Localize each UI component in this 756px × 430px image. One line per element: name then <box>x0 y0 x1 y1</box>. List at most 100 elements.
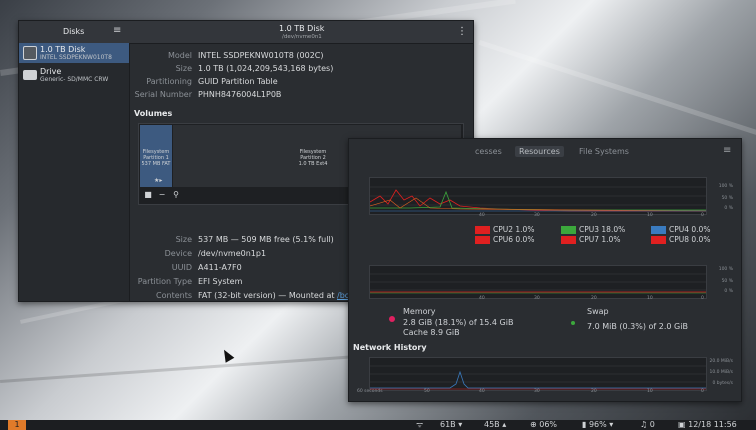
x-tick-label: 30 <box>534 296 540 301</box>
detail-key: Size <box>175 235 192 244</box>
x-tick-label: 60 seconds <box>357 389 383 394</box>
cpu-graph-svg <box>370 186 706 212</box>
color-swatch[interactable] <box>475 226 490 234</box>
x-tick-label: 50 <box>424 389 430 394</box>
info-key: Partitioning <box>146 77 192 86</box>
detail-value: EFI System <box>198 277 243 286</box>
cpu-legend-item: CPU2 1.0% <box>475 225 534 234</box>
swap-usage: 7.0 MiB (0.3%) of 2.0 GiB <box>587 322 688 331</box>
network-history-heading: Network History <box>353 343 427 352</box>
calendar-icon: ▣ <box>678 420 686 429</box>
y-tick-label: 0 % <box>724 289 733 294</box>
drive-item-sd-card[interactable]: Drive Generic- SD/MMC CRW <box>19 65 129 85</box>
x-tick-label: 0 <box>701 213 704 218</box>
memory-title: Memory <box>403 307 436 316</box>
tab-file-systems[interactable]: File Systems <box>579 147 629 156</box>
system-monitor-window: cesses Resources File Systems ≡ 100 % 50… <box>348 138 742 402</box>
partition-1-block[interactable]: Filesystem Partition 1 537 MB FAT ★▸ <box>140 125 172 187</box>
cpu-legend-item: CPU7 1.0% <box>561 235 620 244</box>
partition-label: 1.0 TB Ext4 <box>298 161 328 167</box>
x-tick-label: 0 <box>701 389 704 394</box>
hamburger-icon[interactable]: ≡ <box>113 25 121 36</box>
detail-key: UUID <box>171 263 192 272</box>
y-tick-label: 50 % <box>721 279 733 284</box>
color-swatch[interactable] <box>475 236 490 244</box>
cpu-legend-item: CPU6 0.0% <box>475 235 534 244</box>
battery-icon: ▮ <box>582 420 587 429</box>
x-tick-label: 10 <box>647 296 653 301</box>
y-tick-label: 0 bytes/s <box>712 381 733 386</box>
cpu-legend-item: CPU3 18.0% <box>561 225 625 234</box>
network-history-graph <box>369 357 707 391</box>
detail-value: A411-A7F0 <box>198 263 242 272</box>
x-tick-label: 30 <box>534 389 540 394</box>
swap-pie-icon[interactable] <box>571 321 575 325</box>
detail-key: Partition Type <box>137 277 192 286</box>
kebab-menu-icon[interactable]: ⋮ <box>457 26 467 37</box>
partition-label: 537 MB FAT <box>141 161 171 167</box>
card-reader-icon <box>23 70 37 80</box>
contents-text: FAT (32-bit version) — Mounted at <box>198 291 335 300</box>
download-rate: 61B ▾ <box>440 420 463 429</box>
disks-window-title: 1.0 TB Disk <box>279 24 325 33</box>
memory-graph-svg <box>370 273 706 294</box>
info-key: Size <box>175 64 192 73</box>
swap-title: Swap <box>587 307 609 316</box>
info-value: GUID Partition Table <box>198 77 278 86</box>
memory-cache: Cache 8.9 GiB <box>403 328 460 337</box>
drive-subtitle: Generic- SD/MMC CRW <box>40 76 109 83</box>
info-value: PHNH8476004L1P0B <box>198 90 282 99</box>
disks-window-subtitle: /dev/nvme0n1 <box>282 34 322 40</box>
y-tick-label: 10.0 MiB/s <box>709 370 733 375</box>
detail-value: /dev/nvme0n1p1 <box>198 249 267 258</box>
info-value: 1.0 TB (1,024,209,543,168 bytes) <box>198 64 334 73</box>
x-tick-label: 40 <box>479 296 485 301</box>
stop-icon[interactable]: ■ <box>141 190 155 202</box>
color-swatch[interactable] <box>561 236 576 244</box>
minus-icon[interactable]: − <box>155 190 169 202</box>
x-tick-label: 30 <box>534 213 540 218</box>
x-tick-label: 0 <box>701 296 704 301</box>
sidebar-title: Disks <box>63 27 85 36</box>
color-swatch[interactable] <box>651 236 666 244</box>
wifi-icon[interactable]: ᯤ <box>416 420 423 430</box>
color-swatch[interactable] <box>651 226 666 234</box>
cpu-icon: ⊕ <box>530 420 537 429</box>
download-series-line <box>370 370 706 389</box>
info-value: INTEL SSDPEKNW010T8 (002C) <box>198 51 324 60</box>
drive-item-1tb-disk[interactable]: 1.0 TB Disk INTEL SSDPEKNW010T8 <box>19 43 129 63</box>
battery-indicator: ▮ 96% ▾ <box>582 420 614 429</box>
taskbar: 1 ᯤ 61B ▾ 45B ▴ ⊕ 06% ▮ 96% ▾ ♫ 0 ▣ 12/1… <box>0 420 756 430</box>
mount-star-icon: ★▸ <box>154 177 163 184</box>
detail-key: Contents <box>156 291 192 300</box>
notifications-indicator[interactable]: ♫ 0 <box>640 420 655 430</box>
y-tick-label: 20.0 MiB/s <box>709 359 733 364</box>
upload-rate: 45B ▴ <box>484 420 507 429</box>
hamburger-icon[interactable]: ≡ <box>723 145 731 156</box>
color-swatch[interactable] <box>561 226 576 234</box>
x-tick-label: 10 <box>647 213 653 218</box>
x-tick-label: 40 <box>479 213 485 218</box>
wrench-icon[interactable]: ⚲ <box>169 190 183 202</box>
drive-sidebar: Disks ≡ 1.0 TB Disk INTEL SSDPEKNW010T8 … <box>19 25 130 301</box>
x-tick-label: 10 <box>647 389 653 394</box>
drive-name: 1.0 TB Disk <box>40 45 86 54</box>
detail-key: Device <box>164 249 192 258</box>
cpu-legend-item: CPU4 0.0% <box>651 225 710 234</box>
volumes-heading: Volumes <box>134 109 173 118</box>
memory-pie-icon[interactable] <box>389 316 395 322</box>
tab-resources[interactable]: Resources <box>515 146 564 157</box>
cpu-indicator: ⊕ 06% <box>530 420 558 429</box>
memory-usage: 2.8 GiB (18.1%) of 15.4 GiB <box>403 318 514 327</box>
ssd-icon <box>23 46 37 60</box>
bell-icon: ♫ <box>640 420 648 429</box>
y-tick-label: 50 % <box>721 196 733 201</box>
tab-processes[interactable]: cesses <box>475 147 502 156</box>
drive-subtitle: INTEL SSDPEKNW010T8 <box>40 54 112 61</box>
y-tick-label: 100 % <box>718 267 733 272</box>
workspace-indicator[interactable]: 1 <box>8 420 26 430</box>
clock[interactable]: ▣ 12/18 11:56 <box>678 420 737 430</box>
sidebar-header: Disks ≡ <box>19 21 129 43</box>
network-graph-svg <box>370 365 706 390</box>
cpu-history-graph <box>369 177 707 215</box>
